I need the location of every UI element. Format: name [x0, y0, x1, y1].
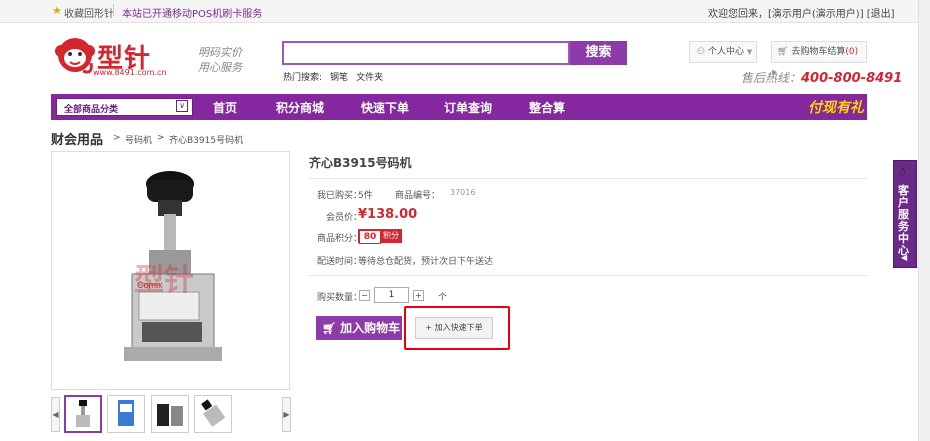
scrollbar[interactable]	[918, 0, 930, 441]
quantity-label: 购买数量：	[317, 293, 363, 303]
product-main-image[interactable]: Comix 型针	[51, 151, 290, 390]
all-categories-dropdown[interactable]: 全部商品分类 ∨	[56, 98, 193, 116]
hot-term-link[interactable]: 钢笔	[330, 73, 348, 83]
purchased-label: 我已购买：	[317, 191, 363, 201]
watermark-text: 型针	[134, 263, 194, 298]
search-button[interactable]: 搜索	[570, 41, 627, 65]
breadcrumb-separator: >	[157, 133, 165, 143]
breadcrumb-category[interactable]: 财会用品	[51, 129, 103, 148]
add-to-cart-button[interactable]: 🛒︎ 加入购物车	[316, 316, 402, 340]
nav-item-home[interactable]: 首页	[213, 99, 237, 116]
product-code-value: 37016	[450, 188, 476, 197]
cart-label: 去购物车结算	[791, 47, 846, 57]
nav-item-settlement[interactable]: 整合算	[529, 99, 565, 116]
purchased-value: 5件	[358, 191, 373, 201]
favorite-link[interactable]: 收藏回形针	[64, 5, 114, 20]
quantity-unit: 个	[438, 293, 448, 303]
all-categories-label: 全部商品分类	[64, 105, 119, 115]
nav-item-quick-order[interactable]: 快速下单	[361, 99, 409, 116]
cart-button[interactable]: 🛒︎ 去购物车结算(0) ▶	[771, 41, 867, 76]
quantity-increase-button[interactable]: +	[413, 290, 424, 301]
thumbnail-image	[118, 400, 134, 426]
delivery-value: 等待总仓配货，预计次日下午送达	[358, 257, 494, 267]
customer-service-label: 客户服务中心	[898, 184, 909, 257]
breadcrumb-item: 齐心B3915号码机	[169, 136, 244, 146]
member-price-label: 会员价：	[326, 213, 363, 223]
breadcrumb-separator: >	[113, 133, 121, 143]
thumbnail-image	[201, 399, 226, 427]
cart-icon: 🛒︎	[777, 47, 789, 57]
search-input[interactable]	[282, 41, 570, 65]
points-unit: 积分	[381, 230, 401, 242]
logo-url: www.8491.com.cn	[93, 68, 167, 77]
slogan: 明码实价 用心服务	[198, 45, 242, 75]
thumbnail-image	[157, 404, 183, 426]
thumbnail[interactable]	[151, 395, 189, 433]
highlight-box	[404, 306, 510, 350]
hot-term-link[interactable]: 文件夹	[356, 73, 383, 83]
star-icon: ★	[52, 4, 62, 17]
chevron-down-icon: ▼	[746, 48, 753, 56]
cart-count: (0)	[845, 47, 859, 57]
user-center-button[interactable]: ⚇ 个人中心 ▼	[689, 41, 757, 63]
points-badge: 80 积分	[358, 229, 402, 244]
points-label: 商品积分：	[317, 234, 363, 244]
nav-item-points-mall[interactable]: 积分商城	[276, 99, 324, 116]
nav-item-order-query[interactable]: 订单查询	[444, 99, 492, 116]
penguin-icon: 🐧︎	[899, 165, 907, 179]
main-nav: 全部商品分类 ∨ 首页 积分商城 快速下单 订单查询 整合算 付现有礼	[51, 94, 867, 120]
hot-search-label: 热门搜索:	[283, 73, 323, 83]
thumbnail-next-button[interactable]: ▶	[282, 397, 291, 432]
thumbnail[interactable]	[107, 395, 145, 433]
hotline-label: 售后热线：	[741, 71, 802, 85]
breadcrumb-item[interactable]: 号码机	[125, 133, 152, 146]
chevron-down-icon: ∨	[176, 100, 188, 112]
divider	[113, 4, 114, 16]
hotline-number: 400-800-8491	[801, 71, 903, 86]
user-center-label: 个人中心	[707, 47, 744, 57]
slogan-line-1: 明码实价	[198, 46, 242, 59]
hotline: 售后热线：400-800-8491	[741, 69, 902, 86]
welcome-text[interactable]: 欢迎您回来，[演示用户(演示用户)] [退出]	[708, 5, 895, 20]
thumbnail[interactable]	[194, 395, 232, 433]
delivery-label: 配送时间：	[317, 257, 363, 267]
quantity-decrease-button[interactable]: −	[359, 290, 370, 301]
divider	[309, 275, 867, 276]
points-value: 80	[359, 230, 381, 244]
product-code-label: 商品编号：	[395, 191, 441, 201]
thumbnail[interactable]	[64, 395, 102, 433]
thumbnail-image	[76, 400, 90, 427]
add-to-cart-label: 加入购物车	[340, 321, 401, 335]
member-price: ¥138.00	[358, 207, 418, 222]
slogan-line-2: 用心服务	[198, 61, 242, 74]
top-bar: ★ 收藏回形针 本站已开通移动POS机刷卡服务 欢迎您回来，[演示用户(演示用户…	[0, 0, 930, 23]
divider	[309, 178, 867, 179]
product-title: 齐心B3915号码机	[309, 156, 412, 170]
cart-icon: 🛒︎	[322, 322, 336, 335]
quantity-input[interactable]: 1	[374, 287, 409, 303]
pos-service-link[interactable]: 本站已开通移动POS机刷卡服务	[122, 5, 262, 20]
chevron-left-icon: ◀	[901, 253, 908, 262]
thumbnail-prev-button[interactable]: ◀	[51, 397, 60, 432]
hot-search: 热门搜索: 钢笔 文件夹	[283, 70, 391, 83]
customer-service-tab[interactable]: 🐧︎ 客户服务中心 ◀	[893, 160, 917, 268]
promo-banner[interactable]: 付现有礼	[808, 97, 864, 117]
user-icon: ⚇	[697, 47, 706, 57]
